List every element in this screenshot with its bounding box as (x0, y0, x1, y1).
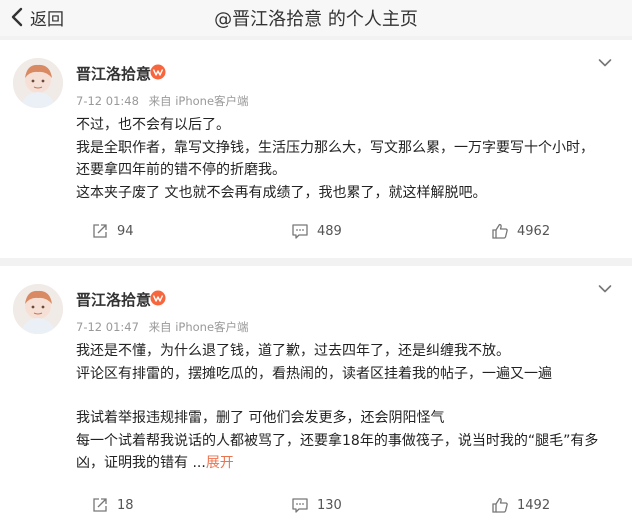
avatar[interactable] (13, 284, 63, 334)
vip-badge-icon (150, 290, 166, 306)
avatar-image (13, 284, 63, 334)
post-meta: 7-12 01:47 来自 iPhone客户端 (76, 319, 255, 335)
post-text: 我还是不懂，为什么退了钱，道了歉，过去四年了，还是纠缠我不放。 评论区有排雷的，… (76, 340, 618, 475)
post-line: 我还是不懂，为什么退了钱，道了歉，过去四年了，还是纠缠我不放。 (76, 343, 510, 359)
like-button[interactable]: 1492 (491, 496, 550, 514)
top-bar: 返回 @晋江洛拾意 的个人主页 (0, 0, 632, 36)
username[interactable]: 晋江洛拾意 (76, 289, 151, 310)
post-source: 来自 iPhone客户端 (148, 94, 249, 108)
username[interactable]: 晋江洛拾意 (76, 63, 151, 84)
post-line: 我是全职作者，靠写文挣钱，生活压力那么大，写文那么累，一万字要写十个小时， (76, 139, 594, 156)
post-actions: 18 130 1492 (0, 496, 632, 520)
post-actions: 94 489 4962 (0, 222, 632, 246)
share-icon (93, 498, 107, 512)
post-line: 每一个试着帮我说话的人都被骂了，还要拿18年的事做筏子，说当时我的“腿毛”有多 (76, 432, 599, 449)
avatar[interactable] (13, 58, 63, 108)
post-text: 不过，也不会有以后了。 我是全职作者，靠写文挣钱，生活压力那么大，写文那么累，一… (76, 114, 618, 204)
post-line: 我试着举报违规排雷，删了 可他们会发更多，还会阴阳怪气 (76, 410, 445, 426)
repost-count: 18 (117, 497, 134, 513)
thumbs-up-icon (492, 223, 508, 239)
weibo-post: 晋江洛拾意 7-12 01:48 来自 iPhone客户端 不过，也不会有以后了… (0, 40, 632, 258)
vip-badge-icon (150, 64, 166, 80)
comment-count: 489 (317, 223, 342, 239)
post-line: 凶，证明我的错有 ... (76, 455, 206, 471)
comment-icon (292, 498, 308, 513)
comment-button[interactable]: 130 (291, 496, 342, 514)
weibo-post: 晋江洛拾意 7-12 01:47 来自 iPhone客户端 我还是不懂，为什么退… (0, 266, 632, 532)
thumbs-up-icon (492, 497, 508, 513)
post-meta: 7-12 01:48 来自 iPhone客户端 (76, 93, 255, 109)
post-time: 7-12 01:47 (76, 320, 139, 334)
repost-count: 94 (117, 223, 134, 239)
post-source: 来自 iPhone客户端 (148, 320, 249, 334)
comment-icon (292, 224, 308, 239)
post-time: 7-12 01:48 (76, 94, 139, 108)
like-button[interactable]: 4962 (491, 222, 550, 240)
post-line-last: 凶，证明我的错有 ...展开 (76, 452, 618, 475)
comment-button[interactable]: 489 (291, 222, 342, 240)
post-line: 还要拿四年前的错不停的折磨我。 (76, 162, 286, 178)
repost-button[interactable]: 18 (91, 496, 134, 514)
expand-link[interactable]: 展开 (206, 455, 234, 471)
page-title: @晋江洛拾意 的个人主页 (214, 9, 418, 30)
post-line: 评论区有排雷的，摆摊吃瓜的，看热闹的，读者区挂着我的帖子，一遍又一遍 (76, 365, 552, 382)
post-line: 这本夹子废了 文也就不会再有成绩了，我也累了，就这样解脱吧。 (76, 184, 487, 201)
like-count: 1492 (517, 497, 551, 513)
comment-count: 130 (317, 497, 342, 513)
post-line: 不过，也不会有以后了。 (76, 117, 230, 133)
share-icon (93, 224, 107, 238)
avatar-image (13, 58, 63, 108)
like-count: 4962 (517, 223, 551, 239)
chevron-down-icon[interactable] (598, 58, 612, 68)
chevron-down-icon[interactable] (598, 284, 612, 294)
repost-button[interactable]: 94 (91, 222, 134, 240)
